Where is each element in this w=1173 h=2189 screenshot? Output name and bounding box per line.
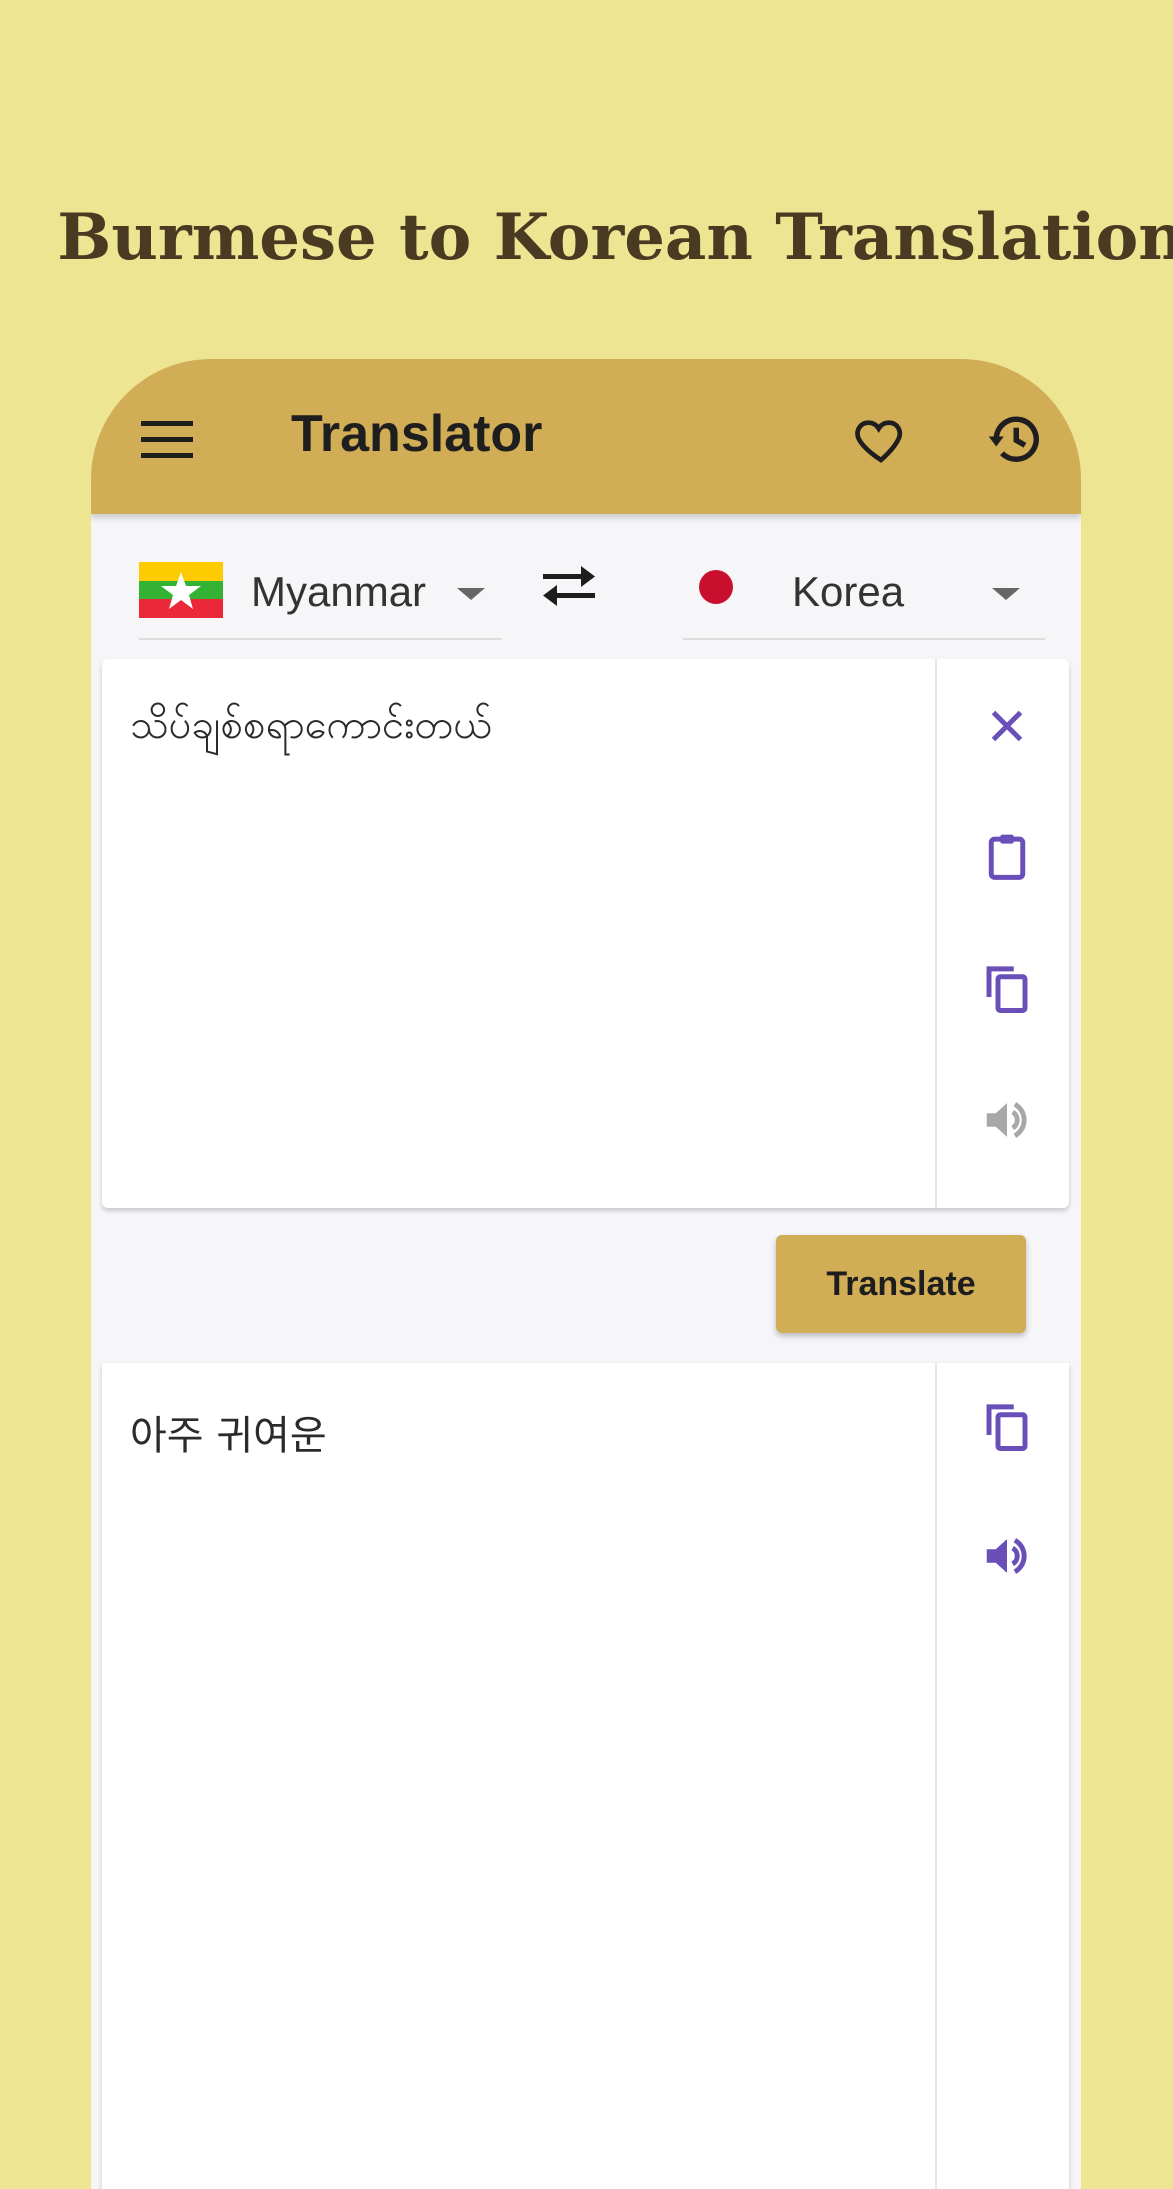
speaker-icon[interactable] (980, 1529, 1034, 1583)
phone-screen: Translator Myanmar Korea သိပ်ချစ်စရာကောင… (91, 359, 1081, 2189)
copy-icon[interactable] (980, 1399, 1034, 1453)
language-bar: Myanmar Korea (91, 514, 1081, 644)
chevron-down-icon (992, 588, 1020, 600)
myanmar-flag (139, 562, 223, 618)
history-icon[interactable] (984, 409, 1046, 469)
source-language-label: Myanmar (251, 568, 427, 615)
target-text-panel: 아주 귀여운 (102, 1363, 1069, 2189)
target-language-label: Korea (792, 568, 905, 615)
speaker-icon[interactable] (980, 1093, 1034, 1147)
target-language-selector[interactable]: Korea (683, 554, 1045, 640)
copy-icon[interactable] (980, 961, 1034, 1015)
heart-icon[interactable] (851, 411, 911, 467)
promo-title: Burmese to Korean Translation (57, 200, 1173, 275)
menu-icon[interactable] (141, 419, 193, 461)
source-language-selector[interactable]: Myanmar (139, 554, 502, 640)
panel-divider (935, 659, 937, 1208)
panel-divider (935, 1363, 937, 2189)
translate-button[interactable]: Translate (776, 1235, 1026, 1333)
close-icon[interactable] (980, 699, 1034, 753)
translated-text: 아주 귀여운 (130, 1413, 327, 1459)
korea-flag (699, 570, 733, 604)
source-text-panel: သိပ်ချစ်စရာကောင်းတယ် (102, 659, 1069, 1208)
chevron-down-icon (457, 588, 485, 600)
swap-arrows-icon[interactable] (541, 564, 597, 608)
app-title: Translator (291, 405, 543, 463)
paste-icon[interactable] (980, 829, 1034, 883)
app-bar: Translator (91, 359, 1081, 514)
source-text-input[interactable]: သိပ်ချစ်စရာကောင်းတယ် (130, 699, 492, 758)
